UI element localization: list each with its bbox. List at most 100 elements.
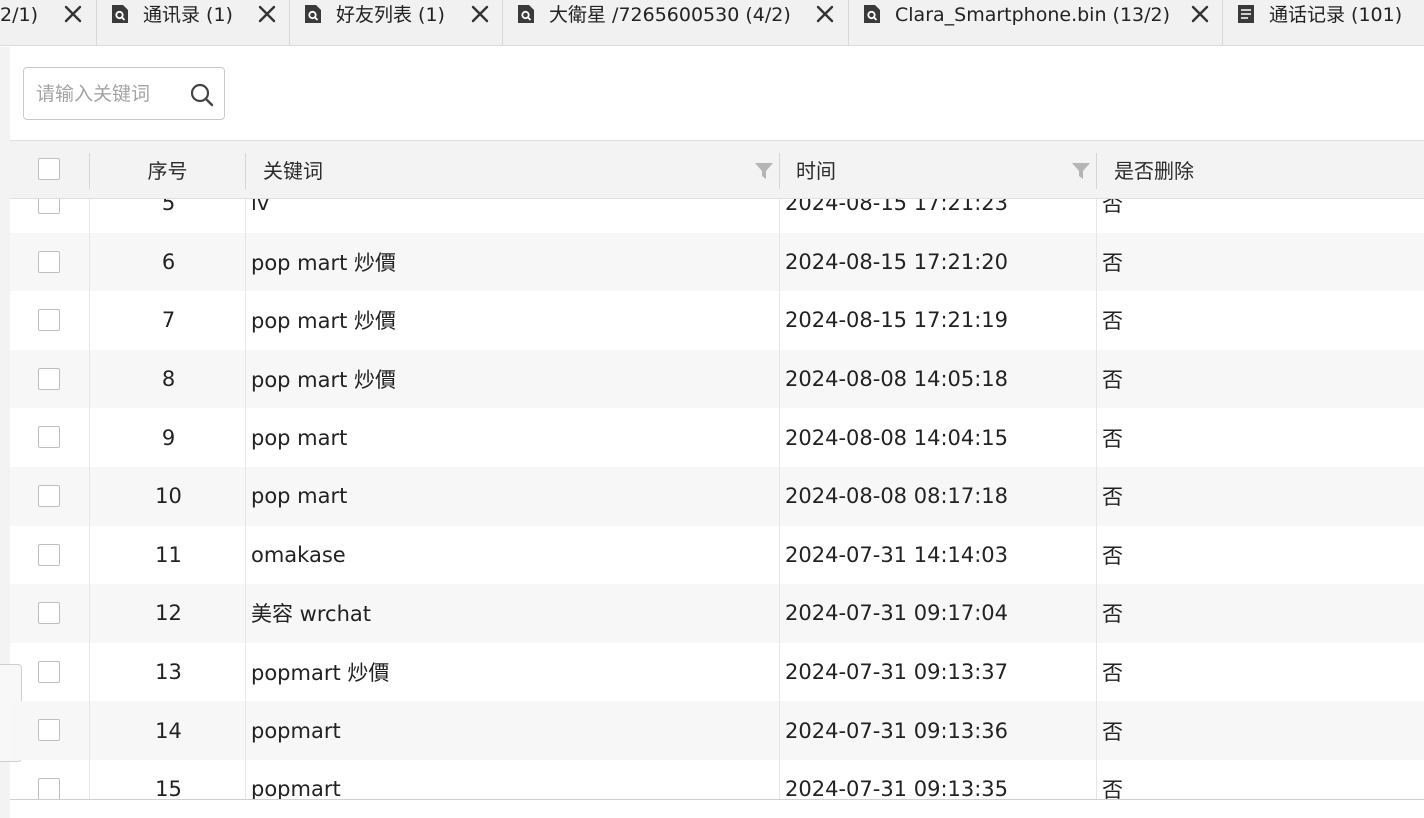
cell-deleted: 否 bbox=[1102, 778, 1123, 799]
tab-friend-list[interactable]: 好友列表 (1) bbox=[290, 0, 503, 45]
tab-label: 通讯录 (1) bbox=[143, 4, 233, 26]
column-header-deleted[interactable]: 是否删除 bbox=[1114, 141, 1194, 198]
cell-time: 2024-08-08 08:17:18 bbox=[785, 484, 1009, 509]
row-checkbox[interactable] bbox=[38, 660, 60, 683]
cell-deleted: 否 bbox=[1102, 543, 1123, 568]
cell-index: 14 bbox=[155, 718, 182, 743]
column-header-keyword[interactable]: 关键词 bbox=[263, 141, 323, 198]
table-row[interactable]: 14 popmart 2024-07-31 09:13:36 否 bbox=[10, 701, 1424, 760]
table-row[interactable]: 15 popmart 2024-07-31 09:13:35 否 bbox=[10, 760, 1424, 799]
cell-deleted: 否 bbox=[1102, 199, 1123, 217]
cell-deleted: 否 bbox=[1102, 661, 1123, 686]
cell-index: 15 bbox=[155, 777, 182, 799]
cell-index: 7 bbox=[161, 308, 176, 333]
cell-time: 2024-08-15 17:21:23 bbox=[785, 199, 1009, 216]
row-checkbox[interactable] bbox=[38, 250, 60, 273]
row-checkbox[interactable] bbox=[38, 367, 60, 390]
cell-keyword: pop mart bbox=[251, 484, 348, 509]
cell-index: 13 bbox=[155, 660, 182, 685]
tab-label: Clara_Smartphone.bin (13/2) bbox=[895, 4, 1171, 26]
cell-keyword: pop mart 炒價 bbox=[251, 250, 397, 275]
footer-area bbox=[10, 800, 1424, 818]
row-checkbox[interactable] bbox=[38, 309, 60, 332]
search-document-icon bbox=[111, 4, 129, 24]
column-header-time[interactable]: 时间 bbox=[796, 141, 836, 198]
document-icon bbox=[1237, 4, 1255, 24]
tab-label: 大衛星 /7265600530 (4/2) bbox=[549, 4, 791, 26]
row-checkbox[interactable] bbox=[38, 199, 60, 214]
tab-partial[interactable]: 2/1) bbox=[0, 0, 97, 45]
cell-time: 2024-08-08 14:05:18 bbox=[785, 367, 1009, 392]
table-row[interactable]: 11 omakase 2024-07-31 14:14:03 否 bbox=[10, 525, 1424, 585]
cell-keyword: lv bbox=[251, 199, 270, 216]
row-checkbox[interactable] bbox=[38, 426, 60, 449]
table-row[interactable]: 5 lv 2024-08-15 17:21:23 否 bbox=[10, 199, 1424, 233]
cell-keyword: pop mart 炒價 bbox=[251, 368, 397, 393]
select-all-checkbox[interactable] bbox=[38, 158, 60, 180]
row-checkbox[interactable] bbox=[38, 543, 60, 566]
tab-call-log[interactable]: 通话记录 (101) bbox=[1223, 0, 1424, 45]
tab-label: 2/1) bbox=[0, 4, 38, 26]
table-row[interactable]: 10 pop mart 2024-08-08 08:17:18 否 bbox=[10, 467, 1424, 526]
cell-index: 11 bbox=[155, 542, 182, 567]
cell-time: 2024-08-08 14:04:15 bbox=[785, 425, 1009, 450]
table-row[interactable]: 8 pop mart 炒價 2024-08-08 14:05:18 否 bbox=[10, 349, 1424, 409]
cell-index: 8 bbox=[161, 367, 176, 392]
table-body: 5 lv 2024-08-15 17:21:23 否 6 pop mart 炒價… bbox=[10, 199, 1424, 799]
tab-contacts[interactable]: 通讯录 (1) bbox=[97, 0, 290, 45]
tab-device-image[interactable]: Clara_Smartphone.bin (13/2) bbox=[849, 0, 1223, 45]
cell-index: 5 bbox=[161, 199, 176, 216]
cell-deleted: 否 bbox=[1102, 368, 1123, 393]
tab-bar: 2/1) 通讯录 (1) 好友列表 (1) 大衛星 /7265600530 (4… bbox=[0, 0, 1424, 46]
cell-index: 6 bbox=[161, 249, 176, 274]
close-icon[interactable] bbox=[63, 3, 83, 25]
cell-time: 2024-07-31 09:17:04 bbox=[785, 601, 1009, 626]
cell-index: 10 bbox=[155, 484, 182, 509]
table-header: 序号 关键词 时间 是否删除 bbox=[10, 140, 1424, 199]
cell-time: 2024-07-31 09:13:37 bbox=[785, 660, 1009, 685]
cell-time: 2024-07-31 14:14:03 bbox=[785, 542, 1009, 567]
row-checkbox[interactable] bbox=[38, 719, 60, 742]
cell-time: 2024-07-31 09:13:36 bbox=[785, 718, 1009, 743]
cell-deleted: 否 bbox=[1102, 602, 1123, 627]
filter-icon[interactable] bbox=[754, 161, 774, 181]
close-icon[interactable] bbox=[815, 3, 835, 25]
cell-keyword: popmart bbox=[251, 777, 341, 799]
table-row[interactable]: 9 pop mart 2024-08-08 14:04:15 否 bbox=[10, 408, 1424, 467]
cell-keyword: pop mart bbox=[251, 425, 348, 450]
search-document-icon bbox=[517, 4, 535, 24]
close-icon[interactable] bbox=[470, 3, 490, 25]
cell-keyword: popmart 炒價 bbox=[251, 661, 390, 686]
tab-label: 通话记录 (101) bbox=[1269, 4, 1403, 26]
table-row[interactable]: 13 popmart 炒價 2024-07-31 09:13:37 否 bbox=[10, 642, 1424, 702]
cell-deleted: 否 bbox=[1102, 719, 1123, 744]
filter-icon[interactable] bbox=[1071, 161, 1091, 181]
table-row[interactable]: 12 美容 wrchat 2024-07-31 09:17:04 否 bbox=[10, 584, 1424, 643]
row-checkbox[interactable] bbox=[38, 778, 60, 799]
cell-keyword: pop mart 炒價 bbox=[251, 309, 397, 334]
row-checkbox[interactable] bbox=[38, 602, 60, 625]
close-icon[interactable] bbox=[257, 3, 277, 25]
row-checkbox[interactable] bbox=[38, 485, 60, 507]
cell-time: 2024-08-15 17:21:20 bbox=[785, 249, 1009, 274]
table-row[interactable]: 6 pop mart 炒價 2024-08-15 17:21:20 否 bbox=[10, 232, 1424, 292]
search-input[interactable] bbox=[36, 81, 176, 107]
column-divider bbox=[1096, 153, 1097, 189]
cell-keyword: popmart bbox=[251, 718, 341, 743]
cell-index: 9 bbox=[161, 425, 176, 450]
table-row[interactable]: 7 pop mart 炒價 2024-08-15 17:21:19 否 bbox=[10, 291, 1424, 350]
column-divider bbox=[779, 153, 780, 189]
column-header-index[interactable]: 序号 bbox=[90, 141, 245, 198]
column-divider bbox=[245, 153, 246, 189]
cell-deleted: 否 bbox=[1102, 426, 1123, 451]
search-document-icon bbox=[863, 4, 881, 24]
close-icon[interactable] bbox=[1190, 3, 1210, 25]
search-document-icon bbox=[304, 4, 322, 24]
tab-user[interactable]: 大衛星 /7265600530 (4/2) bbox=[503, 0, 849, 45]
cell-time: 2024-08-15 17:21:19 bbox=[785, 308, 1009, 333]
cell-deleted: 否 bbox=[1102, 250, 1123, 275]
search-icon[interactable] bbox=[190, 83, 214, 107]
search-box bbox=[23, 67, 225, 120]
cell-time: 2024-07-31 09:13:35 bbox=[785, 777, 1009, 799]
tab-label: 好友列表 (1) bbox=[336, 4, 445, 26]
